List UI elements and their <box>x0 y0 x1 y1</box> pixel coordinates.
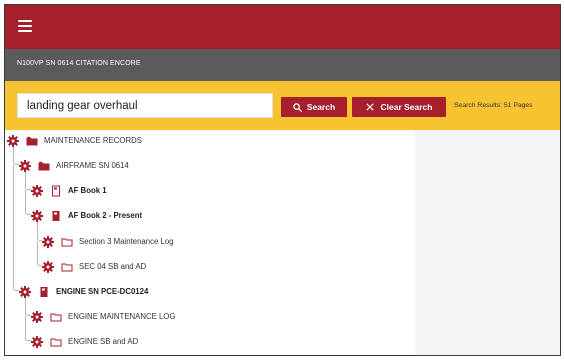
hamburger-menu-icon[interactable] <box>18 20 32 32</box>
search-icon <box>293 102 302 112</box>
folder-outline-icon <box>50 335 62 347</box>
gear-icon[interactable] <box>19 159 31 172</box>
gear-icon[interactable] <box>31 310 43 323</box>
tree-node[interactable]: ENGINE MAINTENANCE LOG <box>31 309 175 323</box>
search-button[interactable]: Search <box>281 97 347 117</box>
tree-node-label: SEC 04 SB and AD <box>79 261 147 271</box>
aircraft-title: N100VP SN 0614 CITATION ENCORE <box>17 60 141 67</box>
folder-outline-icon <box>61 235 73 247</box>
app-window: N100VP SN 0614 CITATION ENCORE Search Cl… <box>4 4 561 356</box>
search-results-count: Search Results: 51 Pages <box>454 102 533 109</box>
search-bar: Search Clear Search Search Results: 51 P… <box>5 81 560 130</box>
gear-icon[interactable] <box>19 285 31 298</box>
tree-connector-line <box>13 165 19 291</box>
book-outline-icon <box>50 184 62 197</box>
tree-node-label: AF Book 1 <box>68 185 107 195</box>
gear-icon[interactable] <box>31 209 43 222</box>
clear-search-label: Clear Search <box>380 102 433 112</box>
tree-node[interactable]: ENGINE SB and AD <box>31 334 138 348</box>
gear-icon[interactable] <box>31 184 43 197</box>
aircraft-bar: N100VP SN 0614 CITATION ENCORE <box>5 49 560 81</box>
folder-filled-icon <box>38 159 50 171</box>
folder-outline-icon <box>50 310 62 322</box>
tree-node-label: AIRFRAME SN 0614 <box>56 160 129 170</box>
book-filled-icon <box>38 285 50 297</box>
tree-node-label: ENGINE SN PCE-DC0124 <box>56 286 149 296</box>
tree-node[interactable]: AIRFRAME SN 0614 <box>19 158 129 172</box>
top-bar <box>5 5 560 49</box>
search-button-label: Search <box>306 102 336 112</box>
tree-node-label: ENGINE SB and AD <box>68 336 139 346</box>
gear-icon[interactable] <box>42 260 54 273</box>
tree-node[interactable]: Section 3 Maintenance Log <box>42 234 174 248</box>
tree-node-label: AF Book 2 - Present <box>68 210 143 220</box>
tree-node[interactable]: AF Book 2 - Present <box>31 208 142 222</box>
tree-node[interactable]: ENGINE SN PCE-DC0124 <box>19 284 148 298</box>
clear-search-button[interactable]: Clear Search <box>352 97 446 117</box>
document-preview-pane <box>415 130 560 355</box>
folder-filled-icon <box>26 134 38 146</box>
book-filled-icon <box>50 209 62 221</box>
tree-node-label: MAINTENANCE RECORDS <box>44 135 142 145</box>
records-tree: MAINTENANCE RECORDS AIRFRAME SN 0614 AF Bo… <box>5 130 415 355</box>
tree-node[interactable]: SEC 04 SB and AD <box>42 259 146 273</box>
tree-node[interactable]: MAINTENANCE RECORDS <box>7 133 142 147</box>
gear-icon[interactable] <box>42 235 54 248</box>
close-icon <box>365 103 374 111</box>
folder-outline-icon <box>61 260 73 272</box>
gear-icon[interactable] <box>31 335 43 348</box>
tree-node-label: Section 3 Maintenance Log <box>79 236 174 246</box>
gear-icon[interactable] <box>7 134 19 147</box>
tree-node[interactable]: AF Book 1 <box>31 183 107 197</box>
search-input[interactable] <box>17 93 273 118</box>
tree-node-label: ENGINE MAINTENANCE LOG <box>68 311 176 321</box>
